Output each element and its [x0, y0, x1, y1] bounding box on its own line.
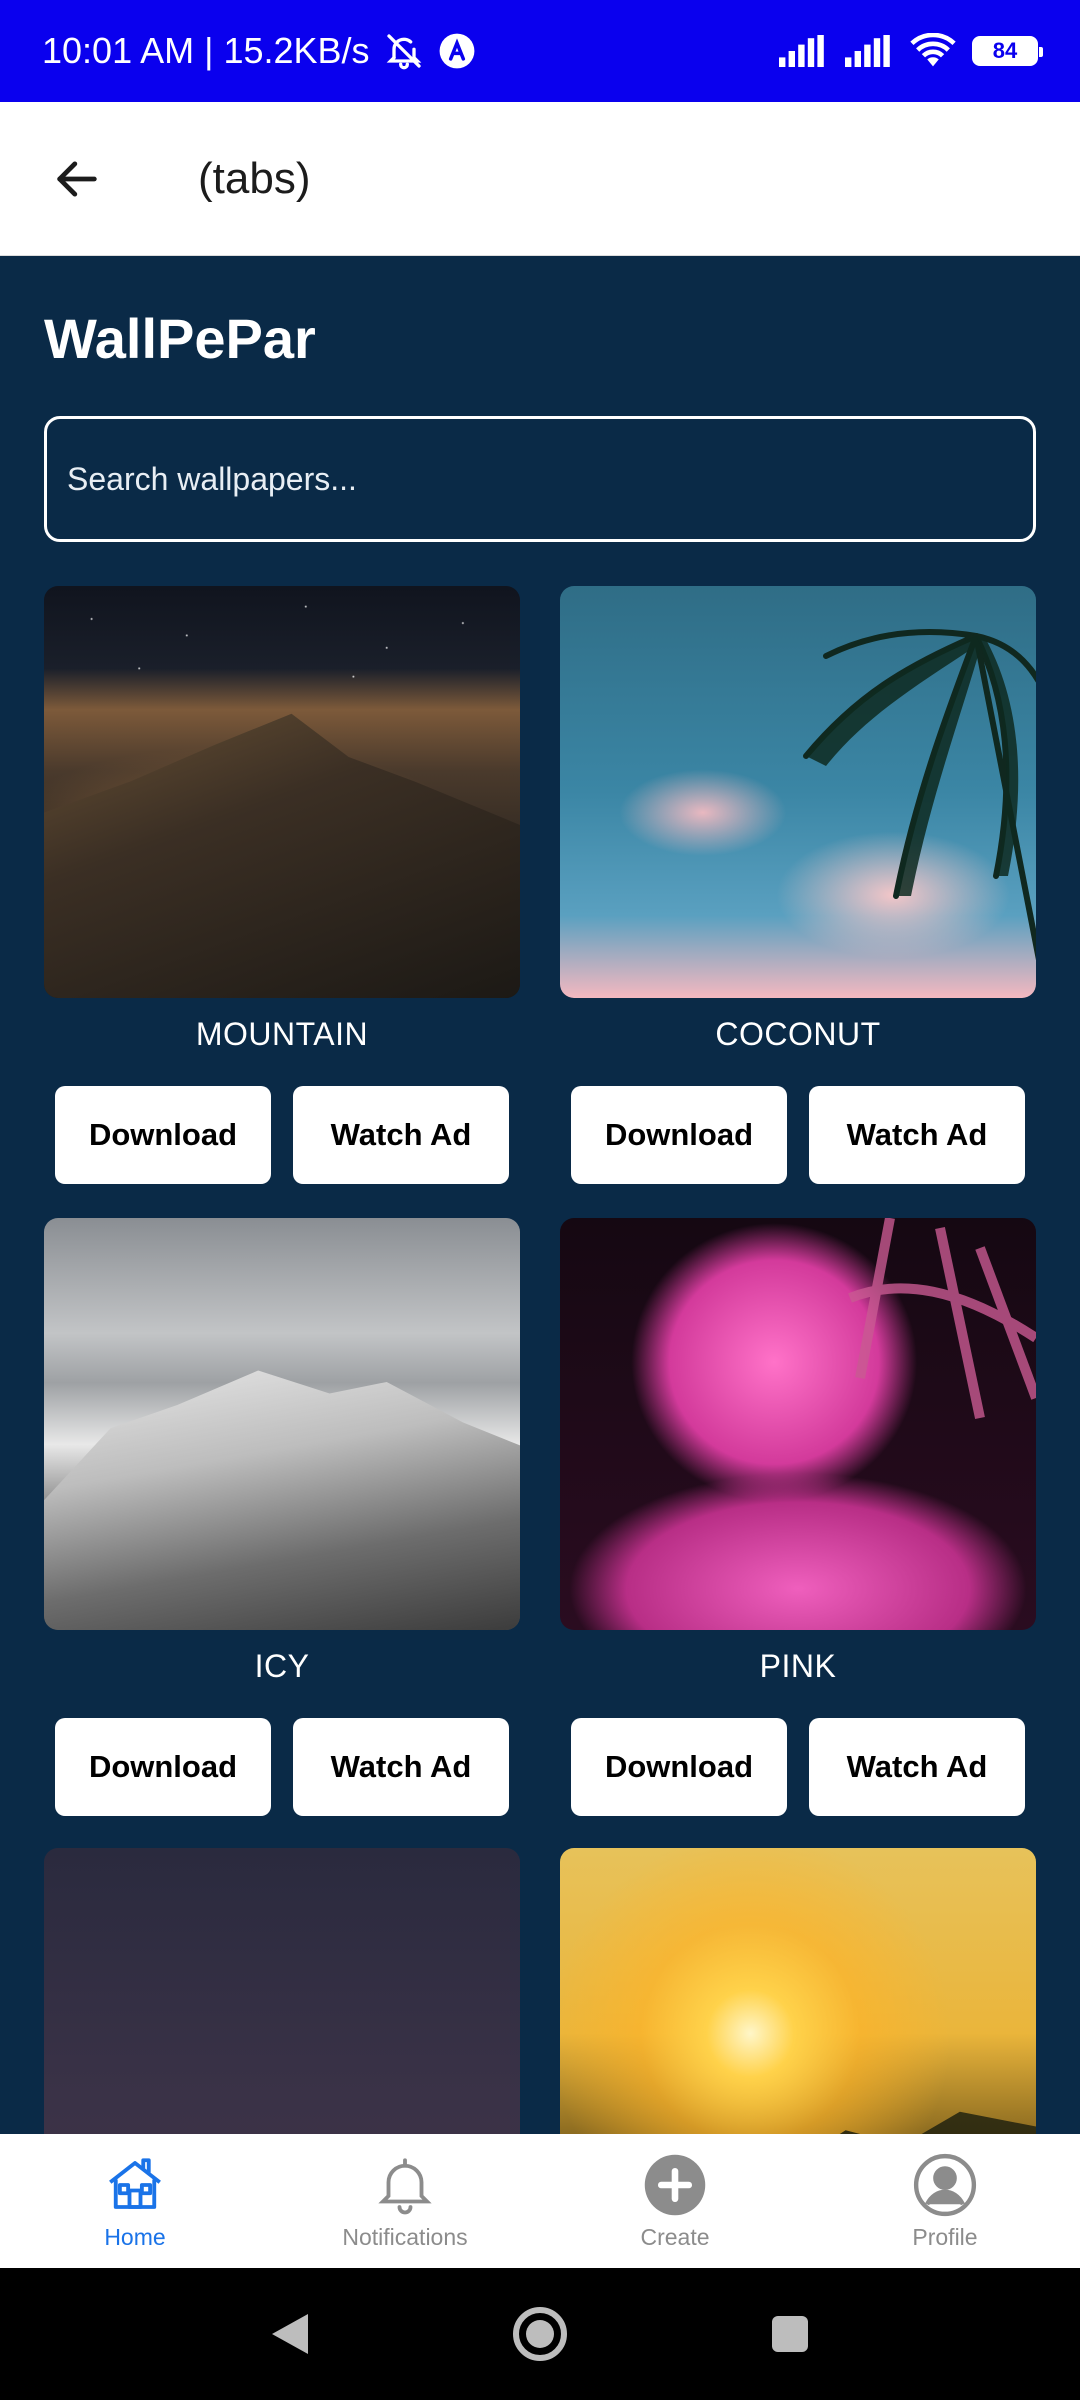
- arrow-left-icon: [57, 160, 97, 197]
- app-a-icon: [438, 32, 476, 70]
- download-button[interactable]: Download: [571, 1086, 787, 1184]
- tab-profile[interactable]: Profile: [810, 2134, 1080, 2268]
- watch-ad-button[interactable]: Watch Ad: [293, 1718, 509, 1816]
- app-header: (tabs): [0, 102, 1080, 256]
- watch-ad-button[interactable]: Watch Ad: [809, 1718, 1025, 1816]
- tab-home[interactable]: Home: [0, 2134, 270, 2268]
- tab-profile-label: Profile: [912, 2224, 978, 2250]
- search-input[interactable]: [44, 416, 1036, 542]
- wallpaper-name: ICY: [254, 1648, 310, 1684]
- wallpaper-name: PINK: [759, 1648, 837, 1684]
- main-content[interactable]: WallPePar MOUNTAIN Download Watch Ad: [0, 256, 1080, 2134]
- battery-level: 84: [992, 38, 1018, 63]
- bell-off-icon: [384, 31, 424, 71]
- card-actions: Download Watch Ad: [55, 1086, 509, 1184]
- home-icon: [109, 2158, 161, 2209]
- wallpaper-name: COCONUT: [715, 1016, 881, 1052]
- watch-ad-button[interactable]: Watch Ad: [293, 1086, 509, 1184]
- tab-notifications-label: Notifications: [342, 2224, 468, 2250]
- card-actions: Download Watch Ad: [571, 1086, 1025, 1184]
- tab-notifications[interactable]: Notifications: [270, 2134, 540, 2268]
- wallpaper-card: [560, 1848, 1036, 2134]
- tab-create[interactable]: Create: [540, 2134, 810, 2268]
- app-title: WallPePar: [44, 307, 316, 370]
- wallpaper-image[interactable]: [44, 1218, 520, 1630]
- wallpaper-image[interactable]: [560, 1848, 1036, 2134]
- tab-home-label: Home: [104, 2224, 166, 2250]
- status-bar: 10:01 AM | 15.2KB/s 84: [0, 0, 1080, 102]
- wifi-icon: [910, 33, 956, 69]
- wallpaper-card: MOUNTAIN Download Watch Ad: [44, 586, 520, 1184]
- system-recents-icon[interactable]: [768, 2312, 812, 2356]
- system-home-icon[interactable]: [512, 2306, 568, 2362]
- back-button[interactable]: [22, 124, 132, 234]
- signal-icon: [778, 35, 828, 67]
- system-nav-bar: [0, 2268, 1080, 2400]
- card-actions: Download Watch Ad: [571, 1718, 1025, 1816]
- wallpaper-name: MOUNTAIN: [195, 1016, 369, 1052]
- card-actions: Download Watch Ad: [55, 1718, 509, 1816]
- tab-create-label: Create: [640, 2224, 710, 2250]
- plus-circle-icon: [644, 2154, 706, 2216]
- download-button[interactable]: Download: [571, 1718, 787, 1816]
- wallpaper-image[interactable]: [44, 586, 520, 998]
- wallpaper-card: COCONUT Download Watch Ad: [560, 586, 1036, 1184]
- user-circle-icon: [913, 2153, 977, 2217]
- download-button[interactable]: Download: [55, 1718, 271, 1816]
- bottom-nav: Home Notifications Create Profile: [0, 2134, 1080, 2268]
- signal-icon: [844, 35, 894, 67]
- bell-icon: [378, 2158, 432, 2215]
- page-title: (tabs): [198, 153, 311, 203]
- wallpaper-image[interactable]: [560, 586, 1036, 998]
- status-right: 84: [778, 33, 1043, 69]
- battery-icon: 84: [972, 36, 1043, 66]
- wallpaper-card: PINK Download Watch Ad: [560, 1218, 1036, 1816]
- system-back-icon[interactable]: [268, 2310, 312, 2358]
- watch-ad-button[interactable]: Watch Ad: [809, 1086, 1025, 1184]
- status-left: 10:01 AM | 15.2KB/s: [42, 30, 476, 72]
- download-button[interactable]: Download: [55, 1086, 271, 1184]
- wallpaper-card: ICY Download Watch Ad: [44, 1218, 520, 1816]
- status-time-speed: 10:01 AM | 15.2KB/s: [42, 30, 370, 71]
- wallpaper-image[interactable]: [44, 1848, 520, 2134]
- wallpaper-card: [44, 1848, 520, 2134]
- wallpaper-image[interactable]: [560, 1218, 1036, 1630]
